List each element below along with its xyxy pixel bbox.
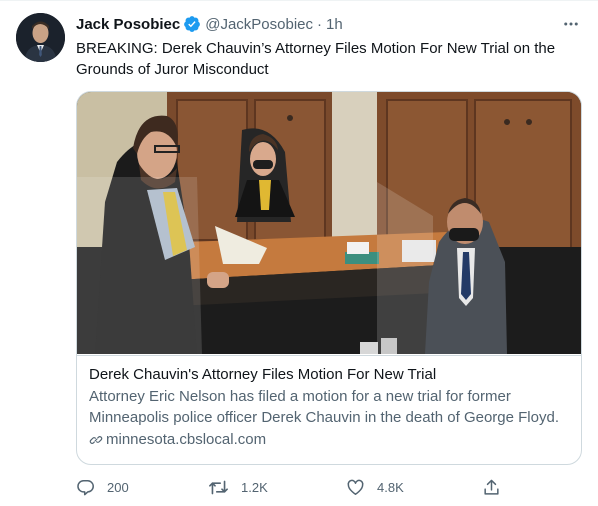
avatar[interactable] bbox=[16, 13, 65, 62]
card-description: Attorney Eric Nelson has filed a motion … bbox=[89, 388, 559, 426]
more-icon[interactable] bbox=[560, 13, 582, 35]
card-domain-text: minnesota.cbslocal.com bbox=[106, 431, 267, 448]
separator-dot: · bbox=[317, 15, 323, 33]
tweet-actions: 200 1.2K 4.8K bbox=[76, 476, 576, 498]
like-count: 4.8K bbox=[377, 479, 404, 495]
card-body: Derek Chauvin's Attorney Files Motion Fo… bbox=[77, 355, 581, 450]
reply-icon bbox=[77, 479, 94, 495]
card-image bbox=[77, 92, 581, 354]
reply-count: 200 bbox=[107, 479, 129, 495]
handle[interactable]: @JackPosobiec bbox=[205, 16, 313, 33]
retweet-icon bbox=[209, 480, 228, 494]
display-name[interactable]: Jack Posobiec bbox=[76, 16, 180, 33]
reply-button[interactable]: 200 bbox=[76, 476, 129, 498]
avatar-image bbox=[16, 13, 65, 62]
link-card[interactable]: Derek Chauvin's Attorney Files Motion Fo… bbox=[76, 91, 582, 465]
retweet-count: 1.2K bbox=[241, 479, 268, 495]
link-icon bbox=[89, 435, 103, 444]
card-title: Derek Chauvin's Attorney Files Motion Fo… bbox=[89, 366, 437, 383]
retweet-button[interactable]: 1.2K bbox=[208, 476, 268, 498]
tweet-text: BREAKING: Derek Chauvin’s Attorney Files… bbox=[76, 40, 556, 78]
tweet-header: Jack Posobiec @JackPosobiec · 1h bbox=[76, 14, 343, 34]
verified-badge-icon bbox=[183, 15, 201, 33]
like-button[interactable]: 4.8K bbox=[346, 476, 404, 498]
tweet[interactable]: Jack Posobiec @JackPosobiec · 1h BREAKIN… bbox=[0, 0, 598, 506]
share-button[interactable] bbox=[482, 476, 513, 498]
like-icon bbox=[347, 479, 364, 495]
share-icon bbox=[484, 479, 499, 495]
timestamp[interactable]: 1h bbox=[326, 16, 343, 33]
card-domain: minnesota.cbslocal.com bbox=[89, 429, 569, 450]
